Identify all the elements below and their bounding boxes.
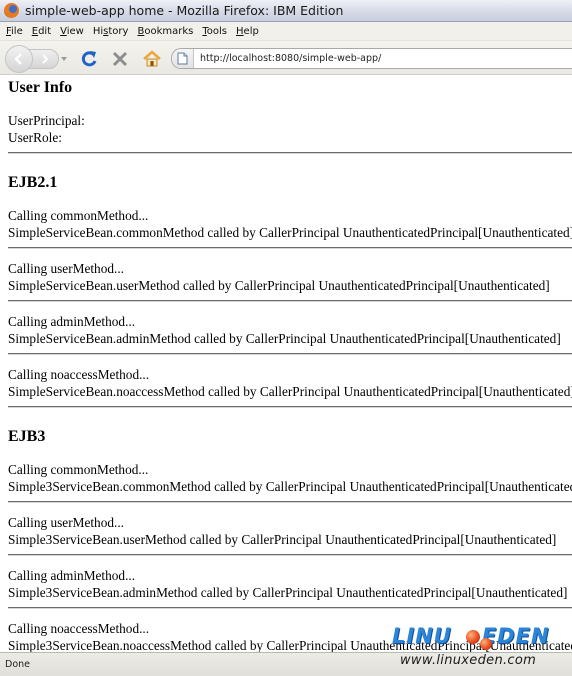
ejb21-section: EJB2.1 Calling commonMethod... SimpleSer…: [8, 173, 572, 408]
calling-text: Calling noaccessMethod...: [8, 367, 150, 382]
history-dropdown-button[interactable]: [60, 53, 68, 65]
call-result: Calling adminMethod... Simple3ServiceBea…: [8, 567, 572, 601]
result-text: SimpleServiceBean.adminMethod called by …: [8, 331, 561, 346]
url-input[interactable]: http://localhost:8080/simple-web-app/: [194, 53, 381, 64]
calling-text: Calling userMethod...: [8, 515, 124, 530]
calling-text: Calling userMethod...: [8, 261, 124, 276]
menu-edit[interactable]: Edit: [29, 26, 57, 37]
divider: [8, 152, 572, 154]
calling-text: Calling adminMethod...: [8, 314, 136, 329]
menu-bookmarks[interactable]: Bookmarks: [134, 26, 199, 37]
call-result: Calling userMethod... SimpleServiceBean.…: [8, 260, 572, 294]
stop-button[interactable]: [110, 49, 130, 69]
url-bar[interactable]: http://localhost:8080/simple-web-app/: [171, 48, 572, 69]
call-result: Calling commonMethod... SimpleServiceBea…: [8, 207, 572, 241]
call-result: Calling noaccessMethod... SimpleServiceB…: [8, 366, 572, 400]
call-result: Calling commonMethod... Simple3ServiceBe…: [8, 461, 572, 495]
user-info-heading: User Info: [8, 79, 73, 96]
window-title: simple-web-app home - Mozilla Firefox: I…: [25, 3, 344, 18]
calling-text: Calling commonMethod...: [8, 208, 149, 223]
chevron-down-icon: [61, 57, 67, 61]
divider: [8, 300, 572, 302]
menu-file[interactable]: File: [3, 26, 29, 37]
divider: [8, 247, 572, 249]
stop-icon: [112, 51, 128, 67]
home-icon: [143, 50, 161, 67]
firefox-icon: [4, 3, 19, 18]
result-text: SimpleServiceBean.userMethod called by C…: [8, 278, 550, 293]
result-text: Simple3ServiceBean.noaccessMethod called…: [8, 638, 572, 652]
reload-button[interactable]: [79, 49, 99, 69]
ejb21-heading: EJB2.1: [8, 174, 58, 191]
divider: [8, 607, 572, 609]
ejb3-section: EJB3 Calling commonMethod... Simple3Serv…: [8, 427, 572, 652]
result-text: SimpleServiceBean.commonMethod called by…: [8, 225, 572, 240]
user-role-label: UserRole:: [8, 130, 62, 145]
calling-text: Calling noaccessMethod...: [8, 621, 150, 636]
call-result: Calling adminMethod... SimpleServiceBean…: [8, 313, 572, 347]
back-button[interactable]: [5, 45, 33, 73]
site-identity-button[interactable]: [172, 49, 194, 68]
status-bar: Done: [0, 652, 572, 676]
menu-history[interactable]: History: [90, 26, 135, 37]
result-text: Simple3ServiceBean.adminMethod called by…: [8, 585, 568, 600]
page-content: User Info UserPrincipal: UserRole: EJB2.…: [0, 75, 572, 652]
menu-tools[interactable]: Tools: [199, 26, 233, 37]
home-button[interactable]: [142, 49, 162, 69]
status-text: Done: [5, 659, 30, 670]
divider: [8, 501, 572, 503]
forward-arrow-icon: [42, 54, 49, 64]
call-result: Calling userMethod... Simple3ServiceBean…: [8, 514, 572, 548]
user-principal-label: UserPrincipal:: [8, 113, 85, 128]
ejb3-heading: EJB3: [8, 428, 46, 445]
user-info-block: UserPrincipal: UserRole:: [8, 112, 572, 146]
result-text: Simple3ServiceBean.commonMethod called b…: [8, 479, 572, 494]
result-text: SimpleServiceBean.noaccessMethod called …: [8, 384, 572, 399]
window-titlebar: simple-web-app home - Mozilla Firefox: I…: [0, 0, 572, 22]
menu-help[interactable]: Help: [233, 26, 265, 37]
divider: [8, 554, 572, 556]
menu-view[interactable]: View: [57, 26, 90, 37]
divider: [8, 406, 572, 408]
reload-icon: [81, 51, 97, 67]
calling-text: Calling commonMethod...: [8, 462, 149, 477]
call-result: Calling noaccessMethod... Simple3Service…: [8, 620, 572, 652]
page-icon: [177, 52, 188, 65]
result-text: Simple3ServiceBean.userMethod called by …: [8, 532, 557, 547]
divider: [8, 353, 572, 355]
menubar: File Edit View History Bookmarks Tools H…: [0, 22, 572, 41]
calling-text: Calling adminMethod...: [8, 568, 136, 583]
back-arrow-icon: [14, 53, 22, 65]
